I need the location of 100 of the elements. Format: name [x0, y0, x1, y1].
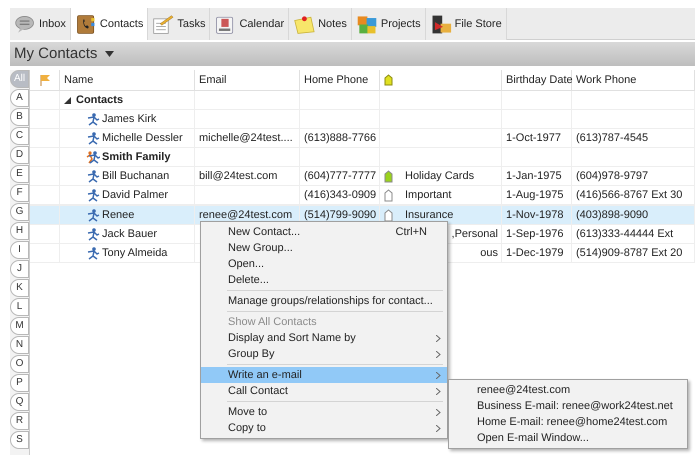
- person-icon: [86, 188, 100, 202]
- menu-item[interactable]: Manage groups/relationships for contact...: [201, 293, 447, 309]
- contact-name: David Palmer: [102, 188, 168, 203]
- menu-item[interactable]: Move to: [201, 404, 447, 420]
- menu-item[interactable]: Home E-mail: renee@home24test.com: [449, 414, 687, 430]
- index-letter-tab[interactable]: C: [10, 127, 29, 145]
- shortcut-text: Ctrl+N: [396, 224, 427, 240]
- address-book-icon: [74, 14, 97, 34]
- app-tab[interactable]: File Store: [426, 8, 507, 40]
- family-icon: [86, 150, 100, 164]
- index-letter-tab[interactable]: Q: [10, 393, 29, 411]
- tag-icon: [384, 208, 393, 222]
- contact-name: James Kirk: [102, 112, 156, 127]
- group-name: Contacts: [76, 92, 124, 108]
- index-letter-tab[interactable]: H: [10, 222, 29, 240]
- menu-item[interactable]: Display and Sort Name by: [201, 330, 447, 346]
- menu-item[interactable]: New Group...: [201, 240, 447, 256]
- tag-icon: [384, 188, 393, 202]
- index-letter-tab[interactable]: S: [10, 431, 29, 449]
- view-title[interactable]: My Contacts: [14, 42, 98, 66]
- app-tab[interactable]: Tasks: [148, 8, 210, 40]
- notepad-pencil-icon: [152, 14, 174, 34]
- phone-cell-text: (604)978-9797: [576, 168, 648, 184]
- index-letter-tab[interactable]: J: [10, 260, 29, 278]
- index-letter-tab[interactable]: A: [10, 89, 29, 107]
- index-letter-tab[interactable]: L: [10, 298, 29, 316]
- index-letter-tab[interactable]: F: [10, 184, 29, 202]
- app-tab[interactable]: Contacts: [70, 8, 148, 40]
- speech-bubble-icon: [14, 14, 36, 34]
- phone-cell-text: (613)787-4545: [576, 130, 648, 146]
- menu-item[interactable]: Call Contact: [201, 383, 447, 399]
- column-header[interactable]: Birthday Date: [506, 72, 573, 88]
- date-cell-text: 1-Jan-1975: [506, 168, 562, 184]
- email-cell-text: renee@24test.com: [199, 208, 292, 223]
- menu-item[interactable]: renee@24test.com: [449, 382, 687, 398]
- column-header[interactable]: Email: [199, 72, 227, 88]
- phone-cell-text: (514)909-8787 Ext 20: [576, 246, 682, 261]
- index-letter-tab[interactable]: R: [10, 412, 29, 430]
- phone-cell-text: (613)888-7766: [304, 130, 376, 146]
- index-letter-tab[interactable]: B: [10, 108, 29, 126]
- email-cell-text: bill@24test.com: [199, 168, 278, 184]
- server-folder-icon: [430, 14, 452, 34]
- index-letter-tab[interactable]: P: [10, 374, 29, 392]
- phone-cell-text: (613)333-44444 Ext: [576, 226, 674, 242]
- index-letter-tab[interactable]: K: [10, 279, 29, 297]
- menu-item[interactable]: New Contact... Ctrl+N: [201, 224, 447, 240]
- date-cell-text: 1-Nov-1978: [506, 208, 564, 223]
- tag-label: Important: [405, 188, 452, 203]
- app-tab[interactable]: Inbox: [10, 8, 71, 40]
- index-letter-tab[interactable]: N: [10, 336, 29, 354]
- menu-item[interactable]: Open...: [201, 256, 447, 272]
- email-cell-text: michelle@24test....: [199, 130, 293, 146]
- family-name: Smith Family: [102, 150, 170, 165]
- expanded-triangle-icon[interactable]: [64, 96, 71, 104]
- tag-label: ous: [480, 246, 498, 261]
- phone-cell-text: (416)566-8767 Ext 30: [576, 188, 682, 203]
- puzzle-pieces-icon: [356, 14, 378, 34]
- index-letter-tab[interactable]: I: [10, 241, 29, 259]
- index-letter-tab[interactable]: G: [10, 203, 29, 221]
- index-letter-tab[interactable]: M: [10, 317, 29, 335]
- phone-cell-text: (403)898-9090: [576, 208, 648, 223]
- dropdown-arrow-icon[interactable]: [105, 51, 114, 57]
- column-header[interactable]: Work Phone: [576, 72, 636, 88]
- tag-label: ,Personal: [452, 226, 498, 242]
- index-letter-tab[interactable]: D: [10, 146, 29, 164]
- app-tab[interactable]: Notes: [289, 8, 352, 40]
- phone-cell-text: (604)777-7777: [304, 168, 376, 184]
- contact-name: Jack Bauer: [102, 226, 158, 242]
- selected-row-highlight[interactable]: Renee renee@24test.com (514)799-9090 Insurance 1-Nov-1978 (403)898-9090: [30, 205, 695, 225]
- date-cell-text: 1-Oct-1977: [506, 130, 562, 146]
- contact-name: Michelle Dessler: [102, 130, 183, 146]
- sticky-note-icon: [293, 14, 316, 34]
- menu-item[interactable]: Copy to: [201, 420, 447, 436]
- index-letter-tab[interactable]: O: [10, 355, 29, 373]
- person-icon: [86, 170, 100, 182]
- phone-cell-text: (416)343-0909: [304, 188, 376, 203]
- flag-icon: [38, 74, 50, 86]
- person-icon: [86, 208, 100, 222]
- column-header[interactable]: Name: [64, 72, 94, 88]
- date-cell-text: 1-Dec-1979: [506, 246, 564, 261]
- phone-cell-text: (514)799-9090: [304, 208, 376, 223]
- menu-item[interactable]: Delete...: [201, 272, 447, 288]
- contact-name: Tony Almeida: [102, 246, 168, 261]
- menu-item[interactable]: Write an e-mail: [201, 367, 447, 383]
- menu-item[interactable]: Group By: [201, 346, 447, 362]
- person-icon: [86, 228, 100, 240]
- date-cell-text: 1-Sep-1976: [506, 226, 564, 242]
- contact-name: Renee: [102, 208, 134, 223]
- menu-item[interactable]: Open E-mail Window...: [449, 430, 687, 446]
- menu-item[interactable]: Business E-mail: renee@work24test.net: [449, 398, 687, 414]
- tag-label: Holiday Cards: [405, 168, 474, 184]
- column-header[interactable]: Home Phone: [304, 72, 368, 88]
- contact-name: Bill Buchanan: [102, 168, 170, 184]
- tag-label: Insurance: [405, 208, 454, 223]
- app-tab[interactable]: Calendar: [210, 8, 290, 40]
- index-letter-tab[interactable]: E: [10, 165, 29, 183]
- app-tab[interactable]: Projects: [352, 8, 426, 40]
- tag-icon: [384, 74, 393, 86]
- tag-icon: [384, 170, 393, 182]
- person-icon: [86, 112, 100, 126]
